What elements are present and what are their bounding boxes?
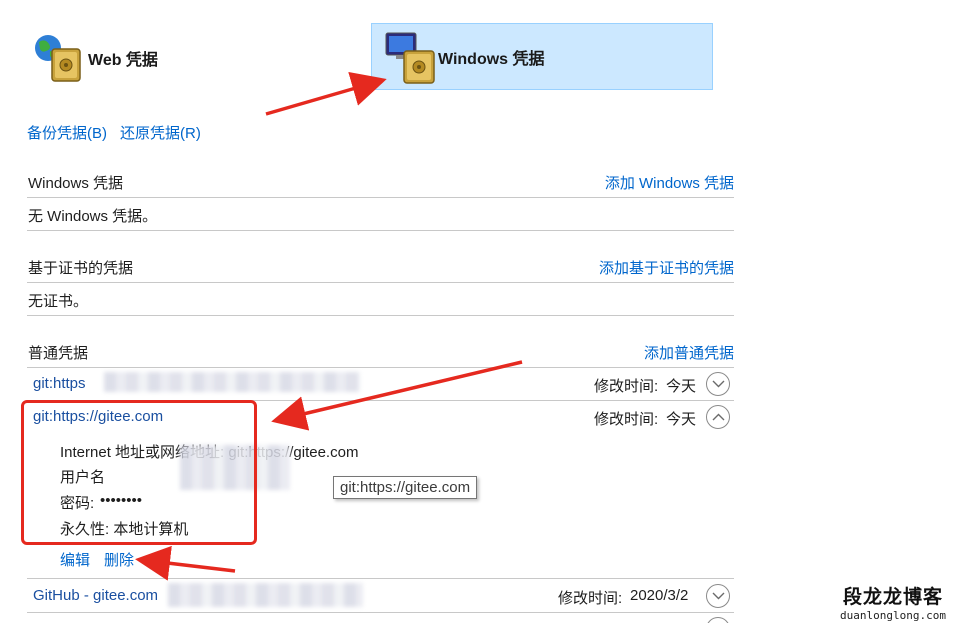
arrow-to-windows-tile [265,71,387,116]
annotation-arrows [135,71,523,581]
arrow-to-expanded-credential [271,360,523,431]
watermark-url: duanlonglong.com [840,609,946,622]
arrow-to-delete-link [135,545,236,581]
watermark-title: 段龙龙博客 [843,586,944,608]
watermark: 段龙龙博客 duanlonglong.com [840,582,946,622]
